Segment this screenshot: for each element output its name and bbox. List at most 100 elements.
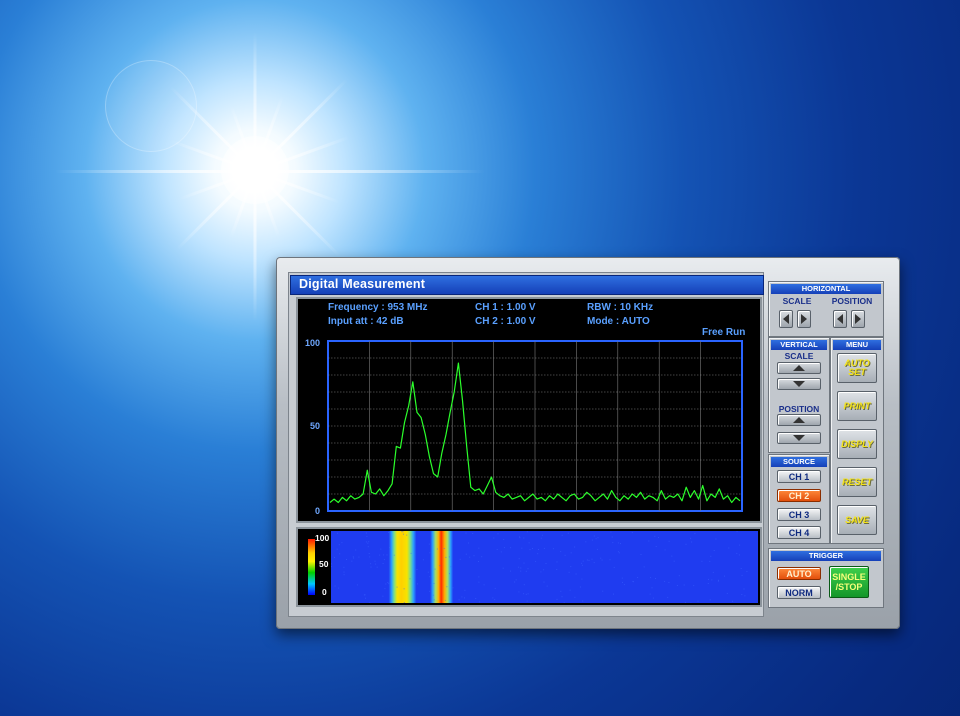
single-stop-button[interactable]: SINGLE /STOP <box>829 566 869 598</box>
v-position-up-button[interactable] <box>777 414 821 426</box>
noise-speck <box>568 571 570 573</box>
noise-speck <box>341 542 343 544</box>
noise-speck <box>519 537 521 539</box>
noise-speck <box>403 588 405 590</box>
noise-speck <box>473 555 475 557</box>
noise-speck <box>396 586 398 588</box>
noise-speck <box>732 600 733 602</box>
noise-speck <box>738 554 740 556</box>
noise-speck <box>355 549 357 551</box>
save-button[interactable]: SAVE <box>837 505 877 535</box>
noise-speck <box>617 542 619 544</box>
noise-speck <box>366 535 368 537</box>
noise-speck <box>746 571 748 572</box>
auto-set-button[interactable]: AUTO SET <box>837 353 877 383</box>
noise-speck <box>581 562 583 564</box>
noise-speck <box>610 531 612 533</box>
source-ch1-button[interactable]: CH 1 <box>777 470 821 483</box>
lens-flare-ring <box>105 60 197 152</box>
noise-speck <box>743 588 745 590</box>
v-scale-down-button[interactable] <box>777 378 821 390</box>
noise-speck <box>715 538 717 540</box>
noise-speck <box>337 532 339 534</box>
v-position-down-button[interactable] <box>777 432 821 444</box>
up-arrow-icon <box>793 365 805 371</box>
noise-speck <box>393 554 395 556</box>
noise-speck <box>593 562 595 564</box>
noise-speck <box>655 578 656 579</box>
noise-speck <box>368 553 370 554</box>
source-title: SOURCE <box>771 457 827 467</box>
source-ch2-button[interactable]: CH 2 <box>777 489 821 502</box>
print-button[interactable]: PRINT <box>837 391 877 421</box>
noise-speck <box>718 579 719 581</box>
trigger-auto-button[interactable]: AUTO <box>777 567 821 580</box>
noise-speck <box>446 586 448 588</box>
noise-speck <box>654 535 656 537</box>
measurement-device: Digital Measurement Frequency : 953 MHz … <box>276 257 900 629</box>
noise-speck <box>540 537 542 539</box>
noise-speck <box>331 563 332 565</box>
noise-speck <box>375 563 377 565</box>
noise-speck <box>560 590 562 592</box>
noise-speck <box>652 597 654 599</box>
trigger-norm-button[interactable]: NORM <box>777 586 821 599</box>
noise-speck <box>427 571 429 573</box>
noise-speck <box>541 534 543 536</box>
noise-speck <box>388 531 390 533</box>
reset-label: RESET <box>841 476 872 487</box>
up-arrow-icon <box>793 417 805 423</box>
noise-speck <box>650 577 652 579</box>
noise-speck <box>741 594 743 595</box>
h-position-right-button[interactable] <box>851 310 865 328</box>
noise-speck <box>469 556 471 558</box>
noise-speck <box>570 566 572 568</box>
noise-speck <box>520 570 522 572</box>
sun-core <box>221 136 289 204</box>
h-scale-right-button[interactable] <box>797 310 811 328</box>
noise-speck <box>707 583 709 584</box>
noise-speck <box>739 544 741 546</box>
noise-speck <box>496 549 498 550</box>
noise-speck <box>612 542 614 544</box>
source-ch4-label: CH 4 <box>788 527 810 538</box>
reset-button[interactable]: RESET <box>837 467 877 497</box>
y-tick-label: 100 <box>305 338 320 348</box>
h-position-left-button[interactable] <box>833 310 847 328</box>
noise-speck <box>631 532 633 534</box>
noise-speck <box>332 601 334 603</box>
noise-speck <box>523 537 525 539</box>
noise-speck <box>465 553 467 555</box>
noise-speck <box>658 537 659 538</box>
colorbar <box>308 539 315 595</box>
noise-speck <box>744 595 746 597</box>
noise-speck <box>363 594 365 596</box>
v-scale-up-button[interactable] <box>777 362 821 374</box>
source-ch4-button[interactable]: CH 4 <box>777 526 821 539</box>
noise-speck <box>464 589 466 591</box>
source-ch3-button[interactable]: CH 3 <box>777 508 821 521</box>
noise-speck <box>611 536 613 538</box>
noise-speck <box>655 546 657 547</box>
noise-speck <box>622 581 623 583</box>
noise-speck <box>452 587 454 589</box>
noise-speck <box>481 556 483 558</box>
noise-speck <box>515 579 517 581</box>
noise-speck <box>478 547 480 549</box>
h-scale-left-button[interactable] <box>779 310 793 328</box>
noise-speck <box>527 593 529 595</box>
noise-speck <box>593 535 595 537</box>
noise-speck <box>384 588 386 590</box>
spectrum-plot: 100 50 0 <box>305 338 743 516</box>
noise-speck <box>585 541 587 543</box>
noise-speck <box>339 553 341 555</box>
noise-speck <box>369 602 371 603</box>
noise-speck <box>369 556 371 558</box>
noise-speck <box>514 581 516 583</box>
noise-speck <box>595 538 597 540</box>
y-tick-label: 0 <box>315 506 320 516</box>
display-button[interactable]: DISPLY <box>837 429 877 459</box>
noise-speck <box>710 555 712 557</box>
noise-speck <box>478 561 479 562</box>
noise-speck <box>613 566 615 568</box>
